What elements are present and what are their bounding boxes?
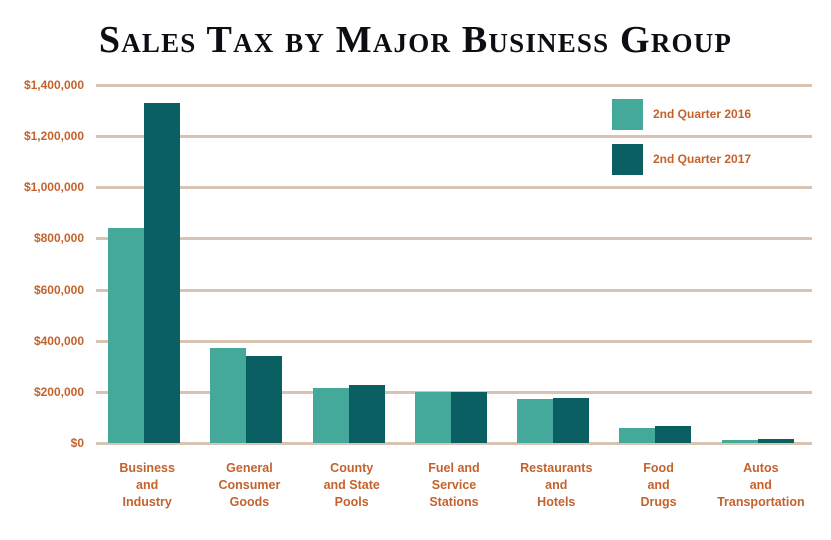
chart-title: Sales Tax by Major Business Group [98,19,733,61]
bar [553,398,590,443]
x-axis-label-line: and [136,478,159,492]
y-axis-tick-label: $1,000,000 [23,180,84,195]
plot-area [96,84,812,445]
bar [450,391,487,443]
legend-label: 2nd Quarter 2017 [653,152,752,166]
bar-group [505,85,607,443]
x-axis-category-label: General Consumer Goods [198,460,300,511]
y-axis-tick-label: $600,000 [33,282,84,297]
x-axis-category-label: County and State Pools [301,460,403,511]
bar [655,425,692,443]
bar [312,388,349,443]
bar [414,392,451,443]
x-axis-label-line: Drugs [640,495,677,509]
legend-swatch [612,144,643,175]
legend-swatch [612,99,643,130]
x-axis-category-label: Fuel and Service Stations [403,460,505,511]
y-axis-tick-label: $800,000 [33,231,84,246]
x-axis-label-line: and [545,478,568,492]
x-axis-category-label: Autos and Transportation [710,460,812,511]
x-axis-label-line: Business [119,461,175,475]
x-axis-label-line: Goods [229,495,270,509]
x-axis-category-label: Business and Industry [96,460,198,511]
y-axis-tick-label: $0 [70,436,84,450]
x-axis-label-line: Restaurants [520,461,593,475]
x-axis-label-line: General [226,461,273,475]
bar-group [607,85,709,443]
bar [619,428,656,443]
bar [348,385,385,443]
bar-group [710,85,812,443]
x-axis-label-line: Fuel and [428,461,480,475]
bar [108,228,144,443]
y-axis-tick-label: $400,000 [33,333,84,348]
x-axis-label-line: Industry [122,495,172,509]
x-axis-label-line: Pools [334,495,369,509]
x-axis-category-label: Restaurants and Hotels [505,460,607,511]
y-axis-tick-label: $1,400,000 [23,78,84,92]
bar-group [301,85,403,443]
bar-group [198,85,300,443]
x-axis-label-line: Autos [743,461,779,475]
bar [210,347,247,443]
x-axis-label-line: Food [643,461,674,475]
x-axis-category-label: Food and Drugs [607,460,709,511]
x-axis-label-line: County [330,461,374,475]
bar [246,355,283,443]
x-axis-label-line: Service [431,478,477,492]
x-axis-label-line: and [647,478,670,492]
legend-label: 2nd Quarter 2016 [653,107,752,121]
sales-tax-bar-chart: Sales Tax by Major Business Group $0 $200… [0,0,831,540]
x-axis-label-line: Transportation [717,495,805,509]
y-axis-tick-label: $200,000 [33,384,84,399]
bar-group [403,85,505,443]
bar [144,102,180,443]
bar [517,399,554,443]
bar [721,439,758,443]
x-axis-label-line: Stations [429,495,479,509]
x-axis-label-line: Consumer [218,478,281,492]
bar [757,439,794,443]
x-axis-label-line: Hotels [537,495,576,509]
y-axis-tick-label: $1,200,000 [23,129,84,144]
x-axis-label-line: and State [323,478,380,492]
x-axis-label-line: and [749,478,772,492]
bar-group [96,85,198,443]
